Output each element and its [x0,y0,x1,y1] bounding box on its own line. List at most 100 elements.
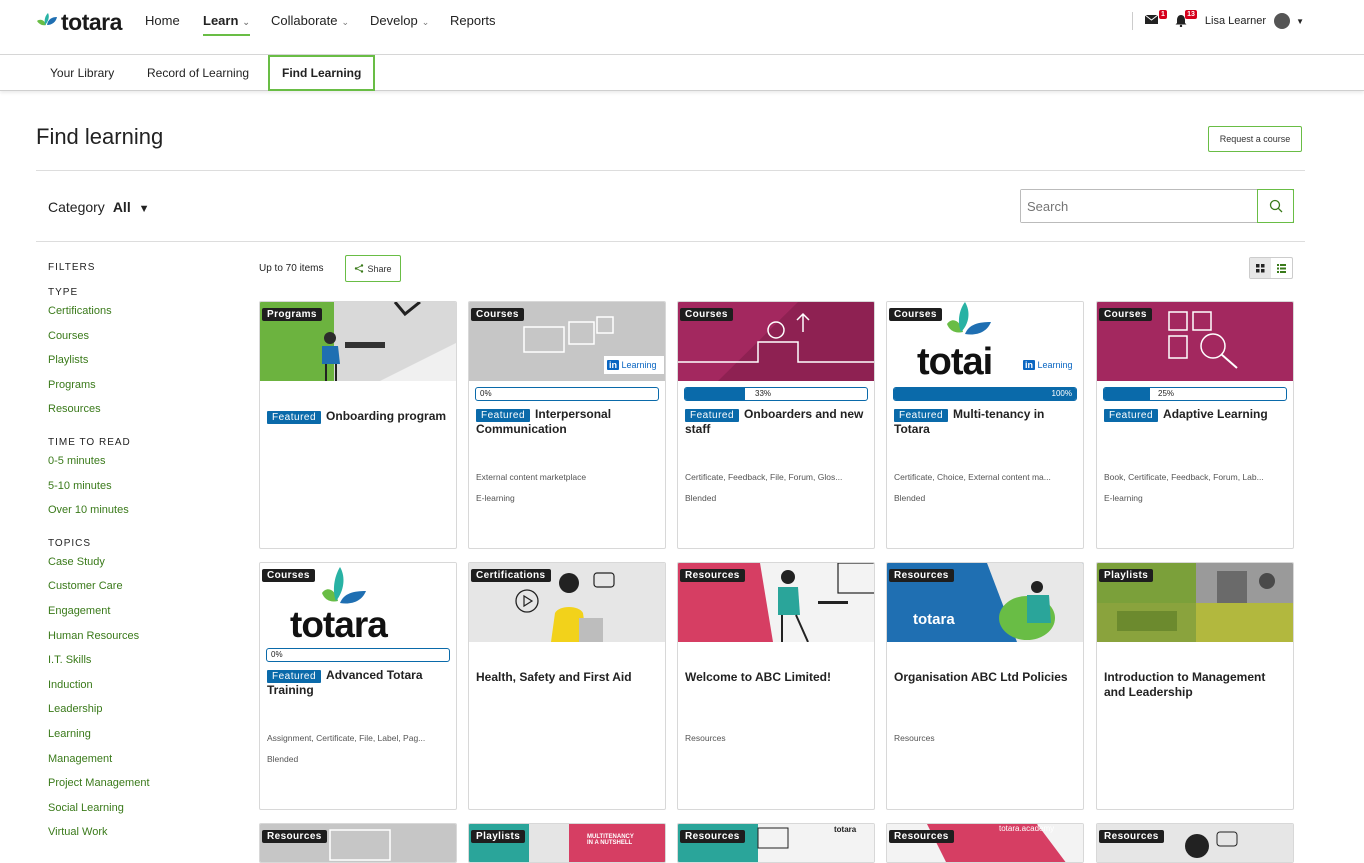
card-format: Resources [894,733,935,743]
card-type-label: Resources [1099,830,1164,843]
filter-topic[interactable]: Induction [48,678,228,703]
card-type-label: Resources [680,569,745,582]
filter-group-topics: TOPICS Case Study Customer Care Engageme… [48,538,228,850]
learning-card[interactable]: Courses 25% Featured Adaptive Learning Bo… [1096,301,1294,549]
nav-reports[interactable]: Reports [450,14,496,36]
card-title: Featured Advanced Totara Training [260,662,456,698]
filter-topic[interactable]: Learning [48,727,228,752]
search-input[interactable] [1021,190,1257,222]
progress-bar: 0% [266,648,450,662]
nav-learn-label: Learn [203,13,239,28]
share-button[interactable]: Share [345,255,401,282]
filter-certifications[interactable]: Certifications [48,304,228,329]
card-thumbnail: Courses in Learning [469,302,665,381]
filter-programs[interactable]: Programs [48,378,228,403]
filter-topic[interactable]: Social Learning [48,801,228,826]
learning-card[interactable]: Resources [259,823,457,863]
card-type-label: Courses [262,569,315,582]
featured-badge: Featured [894,409,949,422]
user-name[interactable]: Lisa Learner [1205,15,1266,27]
linkedin-learning-logo: in Learning [607,360,657,370]
messages-button[interactable]: 1 [1144,10,1167,28]
view-toggle [1249,257,1293,279]
card-title: Introduction to Management and Leadershi… [1104,670,1266,699]
learning-card[interactable]: Resources Welcome to ABC Limited! Resour… [677,562,875,810]
card-format: Blended [267,754,299,764]
filter-group-time: TIME TO READ 0-5 minutes 5-10 minutes Ov… [48,437,228,528]
grid-view-button[interactable] [1250,258,1271,278]
progress-bar: 33% [684,387,868,401]
card-thumbnail: Resources [1097,824,1293,862]
nav-home[interactable]: Home [145,14,180,36]
learning-card[interactable]: Certifications Health, Safety and First … [468,562,666,810]
chevron-down-icon: ⌄ [341,17,350,27]
filter-courses[interactable]: Courses [48,329,228,354]
filters-heading: FILTERS [48,262,96,273]
card-thumbnail: Certifications [469,563,665,642]
filter-topic[interactable]: Customer Care [48,579,228,604]
chevron-down-icon: ⌄ [242,17,250,27]
card-activities: Book, Certificate, Feedback, Forum, Lab.… [1104,472,1264,482]
card-type-label: Courses [680,308,733,321]
filter-resources[interactable]: Resources [48,402,228,427]
search-button[interactable] [1257,189,1294,223]
category-value: All [112,199,131,215]
tab-record-of-learning[interactable]: Record of Learning [147,55,249,91]
page-title: Find learning [36,124,164,149]
tab-your-library[interactable]: Your Library [50,55,114,91]
filter-group-title: TYPE [48,287,79,298]
thumbnail-caption: MULTITENANCY IN A NUTSHELL [587,834,634,846]
filter-group-title: TOPICS [48,537,92,549]
request-course-button[interactable]: Request a course [1208,126,1302,152]
notifications-button[interactable]: 13 [1175,10,1197,28]
card-type-label: Courses [889,308,942,321]
filter-topic[interactable]: Case Study [48,555,228,580]
learning-card[interactable]: Resources totara.academy [886,823,1084,863]
tab-find-learning[interactable]: Find Learning [268,55,376,91]
card-activities: Assignment, Certificate, File, Label, Pa… [267,733,426,743]
filter-topic[interactable]: Virtual Work [48,825,228,850]
totara-logo[interactable]: totara [36,9,122,35]
nav-learn[interactable]: Learn ⌄ [203,14,250,36]
card-activities: Certificate, Choice, External content ma… [894,472,1051,482]
card-thumbnail: Courses [678,302,874,381]
learning-card[interactable]: Resources [1096,823,1294,863]
filter-topic[interactable]: I.T. Skills [48,653,228,678]
caret-down-icon[interactable]: ▼ [1296,17,1304,26]
filter-topic[interactable]: Management [48,752,228,777]
filter-playlists[interactable]: Playlists [48,353,228,378]
notifications-badge: 13 [1185,10,1197,19]
filter-topic[interactable]: Engagement [48,604,228,629]
linkedin-learning-logo: in Learning [1023,360,1073,370]
learning-card[interactable]: Courses in Learning 0% Featured Interpers… [468,301,666,549]
nav-collaborate[interactable]: Collaborate ⌄ [271,14,349,36]
card-title: Welcome to ABC Limited! [685,670,832,684]
filter-topic[interactable]: Leadership [48,702,228,727]
card-format: Blended [894,493,926,503]
card-format: Blended [685,493,717,503]
card-thumbnail: Resources totara [887,563,1083,642]
progress-fill [1104,388,1150,400]
nav-develop[interactable]: Develop ⌄ [370,14,429,36]
filter-5-10-minutes[interactable]: 5-10 minutes [48,479,228,504]
avatar[interactable] [1274,13,1291,29]
card-title: Featured Onboarders and new staff [678,401,874,437]
category-selector[interactable]: Category All ▼ [48,199,149,215]
filter-topic[interactable]: Project Management [48,776,228,801]
learning-card[interactable]: Playlists MULTITENANCY IN A NUTSHELL [468,823,666,863]
filter-over-10-minutes[interactable]: Over 10 minutes [48,503,228,528]
card-type-label: Courses [471,308,524,321]
filter-group-title: TIME TO READ [48,436,131,448]
learning-card[interactable]: Courses totai in Learning 100% Featured M… [886,301,1084,549]
learning-card[interactable]: Programs Featured Onboarding program [259,301,457,549]
learning-card[interactable]: Resources totara Organisation ABC Ltd Po… [886,562,1084,810]
linkedin-icon: in [607,360,619,370]
filter-topic[interactable]: Human Resources [48,629,228,654]
learning-card[interactable]: Courses 33% Featured Onboarders and new s… [677,301,875,549]
learning-card[interactable]: Courses totara 0% Featured Advanced Totar… [259,562,457,810]
learning-card[interactable]: Playlists Introduction to Management and… [1096,562,1294,810]
list-view-button[interactable] [1271,258,1292,278]
filter-0-5-minutes[interactable]: 0-5 minutes [48,454,228,479]
learning-card[interactable]: Resources totara [677,823,875,863]
card-thumbnail: Resources totara.academy [887,824,1083,862]
